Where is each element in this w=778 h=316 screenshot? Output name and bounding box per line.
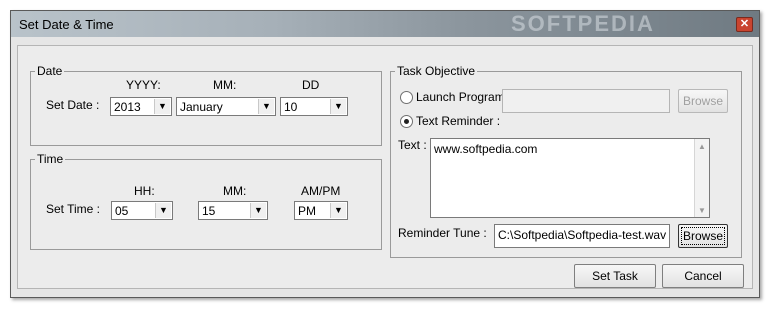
- day-value: 10: [284, 100, 298, 114]
- ampm-value: PM: [298, 204, 316, 218]
- text-reminder-label[interactable]: Text Reminder :: [416, 114, 500, 128]
- hour-value: 05: [115, 204, 129, 218]
- set-time-label: Set Time :: [46, 202, 101, 216]
- chevron-down-icon[interactable]: ▼: [330, 99, 346, 114]
- year-select[interactable]: 2013 ▼: [110, 97, 172, 116]
- hour-header: HH:: [134, 184, 155, 198]
- month-value: January: [180, 100, 223, 114]
- task-objective-legend: Task Objective: [397, 64, 476, 78]
- date-legend: Date: [37, 64, 63, 78]
- reminder-tune-label: Reminder Tune :: [398, 226, 487, 240]
- chevron-down-icon[interactable]: ▼: [154, 99, 170, 114]
- set-date-label: Set Date :: [46, 98, 100, 112]
- program-path-input[interactable]: [502, 89, 670, 113]
- radio-dot: [404, 119, 409, 124]
- hour-select[interactable]: 05 ▼: [111, 201, 173, 220]
- scroll-down-icon[interactable]: ▼: [695, 203, 709, 217]
- launch-program-label[interactable]: Launch Program: [416, 90, 505, 104]
- set-task-button[interactable]: Set Task: [574, 264, 656, 288]
- reminder-tune-input[interactable]: C:\Softpedia\Softpedia-test.wav: [494, 224, 670, 248]
- ampm-header: AM/PM: [301, 184, 341, 198]
- window-title: Set Date & Time: [19, 17, 114, 32]
- close-button[interactable]: ✕: [736, 17, 753, 32]
- scroll-up-icon[interactable]: ▲: [695, 139, 709, 153]
- title-bar[interactable]: Set Date & Time SOFTPEDIA ✕: [11, 11, 759, 37]
- minute-header: MM:: [223, 184, 247, 198]
- launch-program-radio[interactable]: [400, 91, 413, 104]
- time-legend: Time: [37, 152, 64, 166]
- chevron-down-icon[interactable]: ▼: [258, 99, 274, 114]
- chevron-down-icon[interactable]: ▼: [250, 203, 266, 218]
- close-icon: ✕: [739, 18, 750, 30]
- minute-value: 15: [202, 204, 216, 218]
- dialog-body: Date YYYY: MM: DD Set Date : 2013 ▼ Janu…: [17, 45, 753, 289]
- yyyy-header: YYYY:: [126, 78, 161, 92]
- month-header: MM:: [213, 78, 237, 92]
- day-header: DD: [302, 78, 320, 92]
- chevron-down-icon[interactable]: ▼: [155, 203, 171, 218]
- reminder-tune-value: C:\Softpedia\Softpedia-test.wav: [498, 228, 667, 242]
- softpedia-watermark: SOFTPEDIA: [511, 11, 655, 36]
- year-value: 2013: [114, 100, 141, 114]
- cancel-button[interactable]: Cancel: [662, 264, 744, 288]
- reminder-text-value: www.softpedia.com: [434, 142, 538, 156]
- day-select[interactable]: 10 ▼: [280, 97, 348, 116]
- text-scrollbar[interactable]: ▲ ▼: [694, 139, 709, 217]
- month-select[interactable]: January ▼: [176, 97, 276, 116]
- reminder-text-area[interactable]: www.softpedia.com ▲ ▼: [430, 138, 710, 218]
- minute-select[interactable]: 15 ▼: [198, 201, 268, 220]
- chevron-down-icon[interactable]: ▼: [330, 203, 346, 218]
- browse-program-button[interactable]: Browse: [678, 89, 728, 113]
- ampm-select[interactable]: PM ▼: [294, 201, 348, 220]
- dialog-window: Set Date & Time SOFTPEDIA ✕ Date YYYY: M…: [10, 10, 760, 298]
- text-reminder-radio[interactable]: [400, 115, 413, 128]
- browse-tune-button[interactable]: Browse: [678, 224, 728, 248]
- text-label: Text :: [398, 138, 427, 152]
